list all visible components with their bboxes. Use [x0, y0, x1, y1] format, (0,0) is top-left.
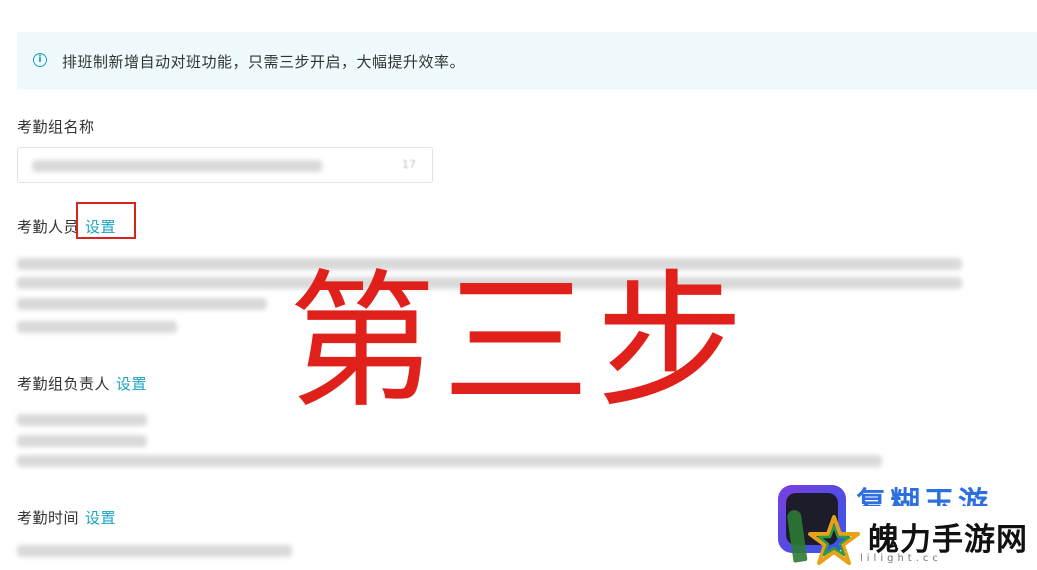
highlight-box — [76, 202, 136, 239]
step-overlay-text: 第三步 — [288, 256, 750, 428]
managers-settings-link[interactable]: 设置 — [116, 375, 147, 393]
watermark-top-text: 复糊玉游 — [856, 486, 992, 506]
managers-row: 考勤组负责人 设置 — [17, 373, 147, 394]
members-label: 考勤人员 — [17, 218, 80, 236]
group-name-value-blurred — [32, 160, 322, 172]
notice-text: 排班制新增自动对班功能，只需三步开启，大幅提升效率。 — [62, 53, 466, 71]
managers-label: 考勤组负责人 — [17, 375, 111, 393]
info-icon: i — [33, 53, 47, 67]
group-name-input[interactable]: 17 — [17, 147, 433, 183]
char-counter: 17 — [402, 158, 416, 171]
watermark-url-text: lilight.cc — [860, 553, 942, 564]
time-settings-link[interactable]: 设置 — [85, 509, 116, 527]
time-row: 考勤时间 设置 — [17, 507, 116, 528]
watermark-star-icon — [808, 515, 860, 565]
notice-banner: i 排班制新增自动对班功能，只需三步开启，大幅提升效率。 — [17, 32, 1037, 90]
group-name-label: 考勤组名称 — [17, 118, 95, 136]
time-label: 考勤时间 — [17, 509, 80, 527]
time-value-blurred — [17, 545, 292, 557]
